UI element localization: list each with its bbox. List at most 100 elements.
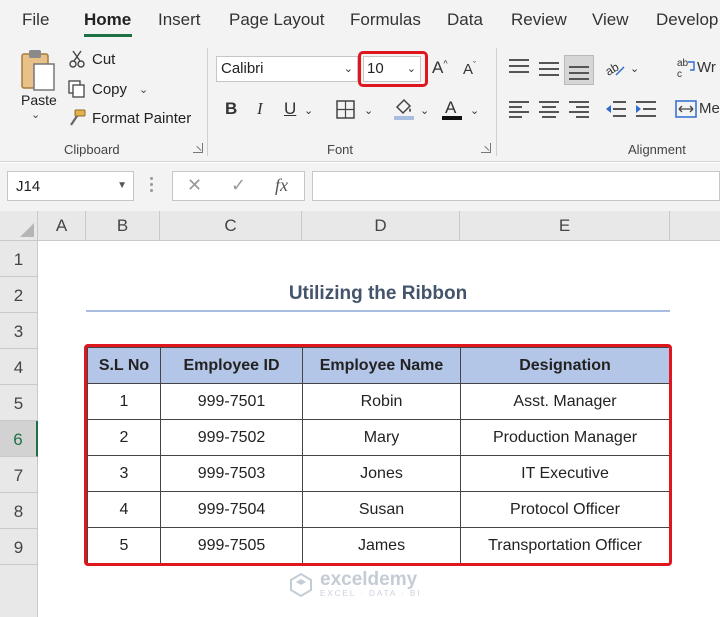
column-header-d[interactable]: D [302, 211, 460, 241]
decrease-indent-icon[interactable] [605, 100, 627, 118]
row-header-8[interactable]: 8 [0, 493, 38, 529]
cut-label: Cut [92, 50, 116, 68]
tab-page-layout[interactable]: Page Layout [229, 10, 324, 30]
font-size-highlight-box [358, 51, 428, 87]
format-painter-label: Format Painter [92, 109, 192, 127]
select-all-button[interactable] [0, 211, 38, 241]
align-center-icon[interactable] [539, 101, 559, 118]
column-header-a[interactable]: A [38, 211, 86, 241]
enter-icon[interactable]: ✓ [231, 175, 246, 196]
svg-text:A: A [445, 98, 457, 117]
fill-color-chevron-down-icon[interactable]: ⌄ [420, 104, 429, 117]
cancel-icon[interactable]: ✕ [187, 175, 202, 196]
active-tab-indicator [84, 34, 132, 37]
merge-center-label[interactable]: Me [699, 100, 720, 117]
align-left-icon[interactable] [509, 101, 529, 118]
column-header-f[interactable] [670, 211, 720, 241]
font-group-label: Font [327, 142, 354, 157]
align-right-icon[interactable] [569, 101, 589, 118]
increase-indent-icon[interactable] [635, 100, 657, 118]
watermark-name: exceldemy [320, 569, 418, 590]
paste-icon[interactable] [20, 48, 58, 92]
decrease-font-size-icon[interactable]: Aˇ [463, 60, 476, 78]
orientation-chevron-down-icon[interactable]: ⌄ [630, 62, 639, 75]
row-header-3[interactable]: 3 [0, 313, 38, 349]
formula-input[interactable] [312, 171, 720, 201]
paste-chevron-down-icon[interactable]: ⌄ [31, 108, 40, 121]
clipboard-group-label: Clipboard [64, 142, 120, 157]
align-middle-icon[interactable] [539, 62, 559, 78]
font-name-chevron-down-icon: ⌄ [343, 63, 353, 75]
tab-view[interactable]: View [592, 10, 629, 30]
borders-chevron-down-icon[interactable]: ⌄ [364, 104, 373, 117]
row-header-area [0, 565, 38, 617]
row-header-9[interactable]: 9 [0, 529, 38, 565]
menu-bar: File Home Insert Page Layout Formulas Da… [0, 0, 720, 42]
wrap-text-label[interactable]: Wr [697, 59, 716, 76]
column-header-c[interactable]: C [160, 211, 302, 241]
merge-center-icon[interactable] [675, 100, 697, 118]
row-header-5[interactable]: 5 [0, 385, 38, 421]
orientation-icon[interactable]: ab [604, 58, 626, 78]
column-header-e[interactable]: E [460, 211, 670, 241]
tab-file[interactable]: File [22, 10, 49, 30]
row-header-4[interactable]: 4 [0, 349, 38, 385]
borders-icon[interactable] [336, 100, 355, 119]
title-underline [86, 310, 670, 312]
ribbon-separator [207, 48, 208, 156]
align-bottom-icon [569, 66, 589, 82]
fill-color-icon[interactable] [393, 97, 415, 121]
copy-label: Copy [92, 80, 128, 98]
increase-font-size-icon[interactable]: A^ [432, 58, 448, 78]
svg-text:ab: ab [677, 58, 689, 69]
ribbon: Paste ⌄ Cut Copy ⌄ Format Painter Clipbo… [0, 42, 720, 162]
tab-data[interactable]: Data [447, 10, 483, 30]
formula-bar: J14 ▼ ✕ ✓ fx [0, 163, 720, 211]
underline-chevron-down-icon[interactable]: ⌄ [304, 104, 313, 117]
bold-button[interactable]: B [225, 99, 237, 119]
name-box-chevron-down-icon[interactable]: ▼ [117, 180, 127, 191]
svg-text:ab: ab [604, 60, 622, 78]
watermark-tagline: EXCEL · DATA · BI [320, 589, 422, 598]
tab-review[interactable]: Review [511, 10, 567, 30]
clipboard-launcher-icon[interactable] [193, 143, 203, 153]
scissors-icon [69, 50, 85, 68]
tab-formulas[interactable]: Formulas [350, 10, 421, 30]
paintbrush-icon [70, 109, 86, 126]
formula-bar-buttons: ✕ ✓ fx [172, 171, 305, 201]
row-header-7[interactable]: 7 [0, 457, 38, 493]
name-box-value: J14 [16, 178, 41, 195]
tab-insert[interactable]: Insert [158, 10, 201, 30]
row-header-1[interactable]: 1 [0, 241, 38, 277]
font-name-value: Calibri [221, 60, 264, 77]
paste-button[interactable]: Paste [21, 92, 57, 108]
watermark: exceldemy EXCEL · DATA · BI [288, 569, 422, 598]
row-header-6[interactable]: 6 [0, 421, 38, 457]
insert-function-icon[interactable]: fx [275, 175, 288, 196]
font-name-select[interactable]: Calibri ⌄ [216, 56, 358, 82]
underline-button[interactable]: U [284, 99, 296, 119]
ribbon-separator [496, 48, 497, 156]
column-header-b[interactable]: B [86, 211, 160, 241]
copy-chevron-down-icon[interactable]: ⌄ [139, 83, 148, 96]
copy-icon [68, 80, 85, 98]
svg-text:c: c [677, 69, 682, 80]
table-highlight-box [84, 344, 672, 566]
exceldemy-logo-icon [290, 572, 312, 597]
tab-home[interactable]: Home [84, 10, 131, 30]
format-painter-button[interactable]: Format Painter [68, 109, 191, 127]
font-color-icon[interactable]: A [441, 97, 463, 121]
row-header-2[interactable]: 2 [0, 277, 38, 313]
formula-bar-grip-icon[interactable] [150, 177, 153, 195]
copy-button[interactable]: Copy ⌄ [68, 80, 148, 98]
font-launcher-icon[interactable] [481, 143, 491, 153]
sheet-title[interactable]: Utilizing the Ribbon [86, 283, 670, 305]
alignment-group-label: Alignment [628, 142, 686, 157]
tab-developer[interactable]: Develop [656, 10, 718, 30]
wrap-text-icon[interactable]: ab c [676, 56, 698, 80]
align-top-icon[interactable] [509, 59, 529, 75]
name-box[interactable]: J14 ▼ [7, 171, 134, 201]
font-color-chevron-down-icon[interactable]: ⌄ [470, 104, 479, 117]
cut-button[interactable]: Cut [68, 50, 115, 68]
italic-button[interactable]: I [257, 99, 263, 119]
